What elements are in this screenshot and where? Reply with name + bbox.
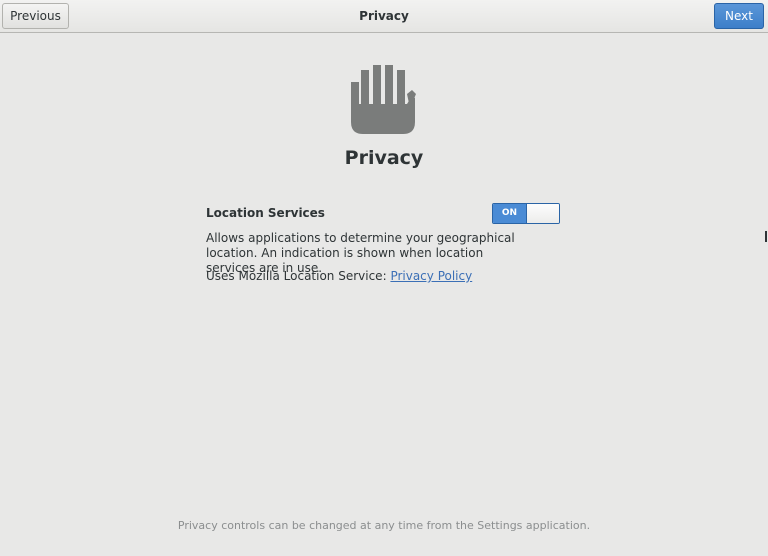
location-service-provider: Uses Mozilla Location Service: Privacy P… — [206, 269, 472, 283]
header-title: Privacy — [359, 9, 409, 23]
next-button[interactable]: Next — [714, 3, 764, 29]
footer-note: Privacy controls can be changed at any t… — [177, 519, 591, 532]
hand-icon — [351, 65, 416, 134]
switch-state-label: ON — [493, 204, 526, 223]
location-services-switch[interactable]: ON — [492, 203, 560, 224]
page-title: Privacy — [344, 147, 424, 169]
switch-knob[interactable] — [526, 204, 559, 223]
uses-text: Uses Mozilla Location Service: — [206, 269, 391, 283]
setup-window: Previous Privacy Next Privacy Location S… — [0, 0, 768, 556]
text-cursor — [765, 231, 767, 242]
location-services-label: Location Services — [206, 206, 325, 220]
privacy-policy-link[interactable]: Privacy Policy — [390, 269, 472, 283]
header-bar: Previous Privacy Next — [0, 0, 768, 33]
